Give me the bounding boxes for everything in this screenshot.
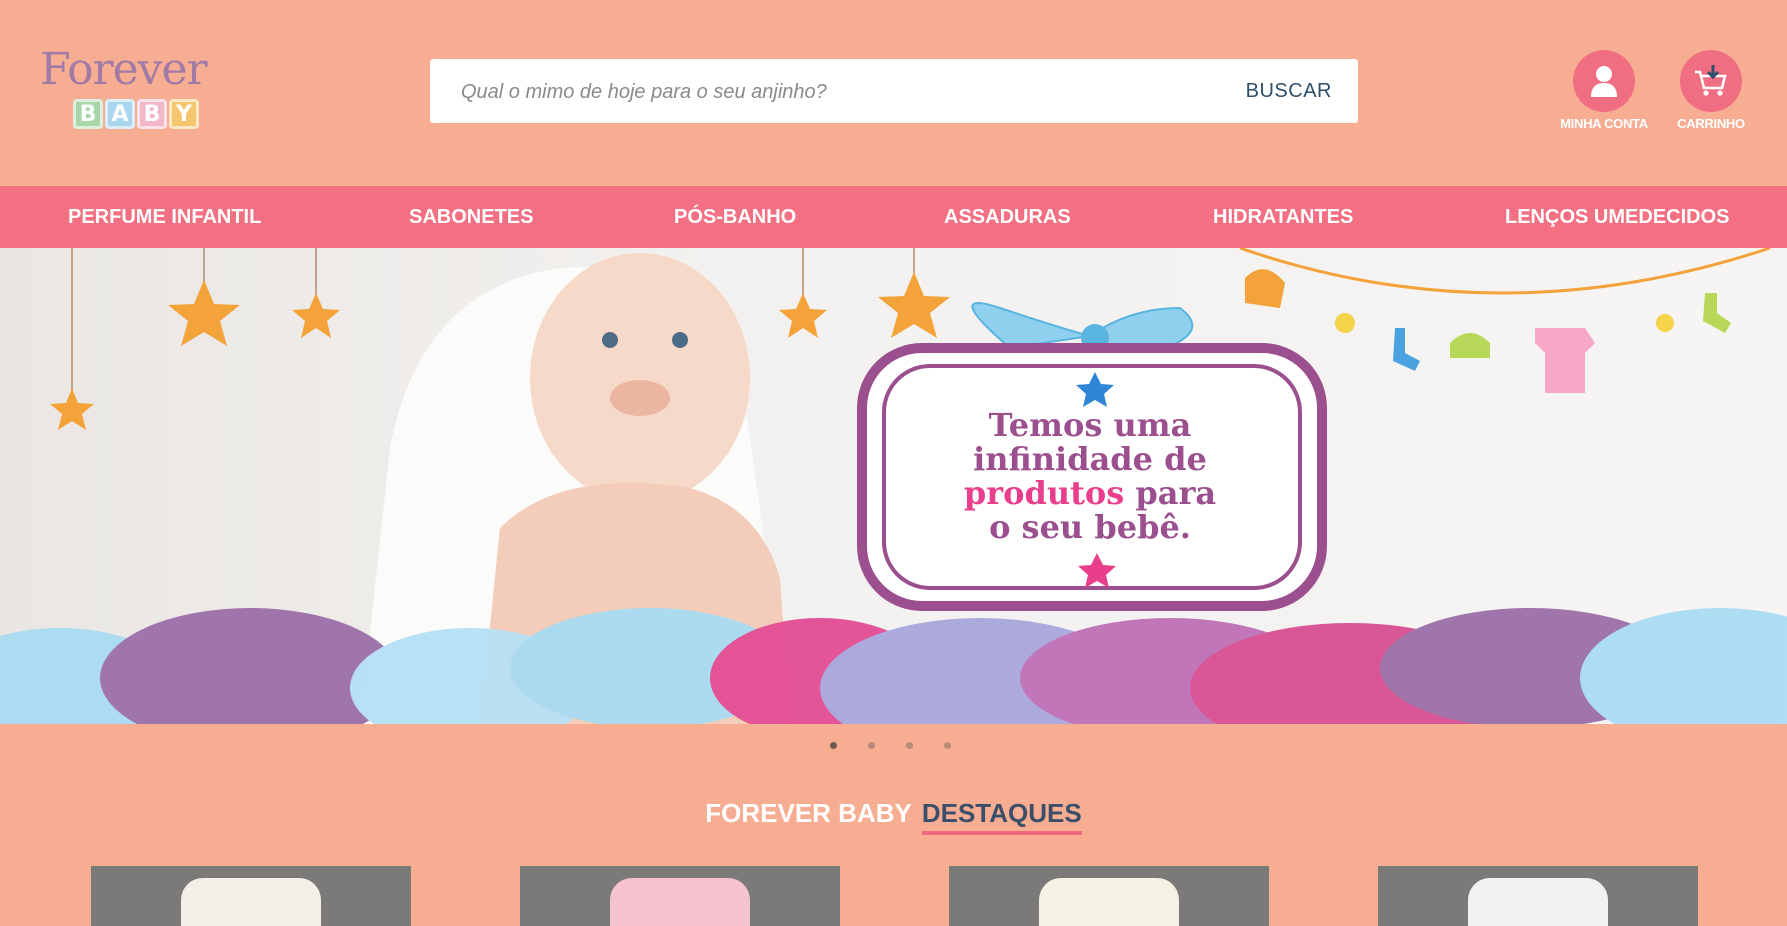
product-image	[610, 878, 750, 926]
banner-message: Temos uma infinidade de produtos para o …	[900, 408, 1280, 544]
cart-button[interactable]: CARRINHO	[1656, 50, 1766, 131]
slider-dot[interactable]	[944, 742, 951, 749]
featured-title-highlight: DESTAQUES	[921, 798, 1082, 835]
banner-line-2: infinidade de	[973, 440, 1207, 478]
product-image	[1039, 878, 1179, 926]
slider-dot[interactable]	[830, 742, 837, 749]
nav-item-sabonetes[interactable]: SABONETES	[409, 186, 533, 248]
search-bar: BUSCAR	[430, 59, 1358, 125]
site-header: Forever B A B Y BUSCAR MINHA CONTA	[0, 0, 1787, 186]
nav-item-hidratantes[interactable]: HIDRATANTES	[1213, 186, 1353, 248]
cart-icon	[1680, 50, 1742, 112]
banner-highlight: produtos	[963, 474, 1125, 512]
logo-block: A	[105, 99, 135, 129]
banner-line-4: o seu bebê.	[989, 508, 1191, 546]
logo-block: B	[137, 99, 167, 129]
forever-baby-logo[interactable]: Forever B A B Y	[36, 44, 236, 144]
product-card[interactable]	[91, 866, 411, 926]
featured-title-brand: FOREVER BABY	[705, 798, 912, 828]
product-card[interactable]	[1378, 866, 1698, 926]
hero-banner[interactable]: Temos uma infinidade de produtos para o …	[0, 248, 1787, 724]
product-card[interactable]	[520, 866, 840, 926]
search-button[interactable]: BUSCAR	[1246, 59, 1332, 123]
account-label: MINHA CONTA	[1560, 116, 1648, 131]
banner-line-3: produtos para	[900, 476, 1280, 510]
user-icon	[1573, 50, 1635, 112]
product-image	[1468, 878, 1608, 926]
slider-dot[interactable]	[906, 742, 913, 749]
banner-line-1: Temos uma	[988, 406, 1192, 444]
nav-item-assaduras[interactable]: ASSADURAS	[944, 186, 1071, 248]
slider-dot[interactable]	[868, 742, 875, 749]
category-nav: PERFUME INFANTIL SABONETES PÓS-BANHO ASS…	[0, 186, 1787, 248]
featured-title: FOREVER BABY DESTAQUES	[0, 798, 1787, 835]
banner-line-3-rest: para	[1135, 474, 1217, 512]
slider-dots	[830, 742, 982, 749]
nav-item-perfume-infantil[interactable]: PERFUME INFANTIL	[68, 186, 261, 248]
logo-forever-text: Forever	[40, 44, 208, 95]
logo-baby-blocks: B A B Y	[73, 99, 201, 129]
product-image	[181, 878, 321, 926]
logo-block: B	[73, 99, 103, 129]
banner-illustration	[0, 248, 1787, 724]
nav-item-lencos-umedecidos[interactable]: LENÇOS UMEDECIDOS	[1505, 186, 1729, 248]
nav-item-pos-banho[interactable]: PÓS-BANHO	[674, 186, 796, 248]
featured-products	[0, 866, 1787, 926]
account-button[interactable]: MINHA CONTA	[1549, 50, 1659, 131]
logo-block: Y	[169, 99, 199, 129]
cart-label: CARRINHO	[1677, 116, 1745, 131]
search-input[interactable]	[430, 59, 1223, 125]
product-card[interactable]	[949, 866, 1269, 926]
